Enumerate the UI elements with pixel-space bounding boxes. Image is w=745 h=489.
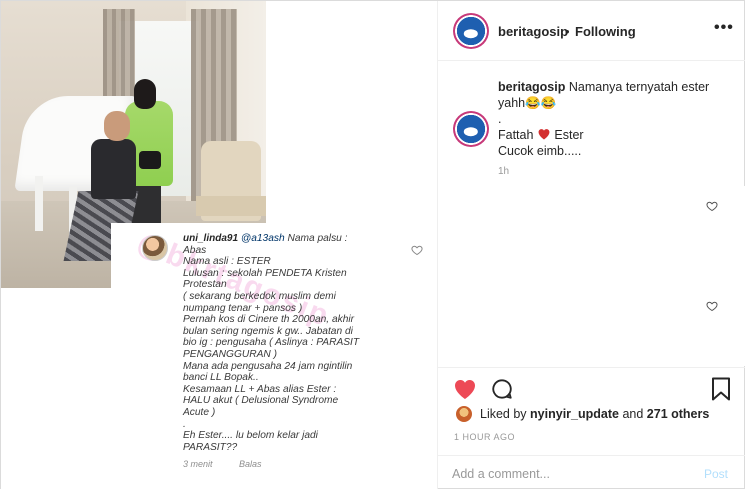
caption-line: Cucok eimb.....: [498, 144, 582, 158]
comment-first-line: Nama palsu :: [287, 233, 348, 244]
instagram-post: @bkrtagosip uni_linda91 @a13ash Nama pal…: [0, 0, 745, 489]
small-heart-icon[interactable]: [706, 300, 718, 312]
likes-and: and: [622, 407, 644, 421]
caption-line: beritagosip Namanya ternyatah ester: [498, 79, 738, 95]
comment-screenshot: @bkrtagosip uni_linda91 @a13ash Nama pal…: [111, 223, 437, 489]
add-comment-row: Post: [438, 455, 745, 489]
liker-avatar[interactable]: [456, 406, 472, 422]
likes-summary: Liked by nyinyir_update and 271 others: [480, 407, 709, 421]
following-button[interactable]: Following: [575, 24, 636, 39]
photo-person-head: [104, 111, 130, 141]
header-separator: •: [565, 24, 570, 39]
post-actions: Liked by nyinyir_update and 271 others 1…: [438, 367, 745, 489]
small-heart-icon[interactable]: [706, 200, 718, 212]
comment-input[interactable]: [452, 464, 682, 484]
post-sidebar: beritagosip • Following ••• beritagosip …: [438, 1, 745, 489]
more-icon[interactable]: •••: [714, 19, 734, 37]
comment-body: Abas Nama asli : ESTER Lulusan : sekolah…: [183, 244, 360, 453]
comment-reply-link: Balas: [239, 459, 262, 469]
post-header: beritagosip • Following •••: [438, 1, 745, 61]
small-heart-icon: [411, 245, 423, 256]
red-heart-emoji: [538, 129, 550, 140]
caption-avatar[interactable]: [453, 111, 489, 147]
commenter-avatar: [142, 235, 168, 261]
photo-chair-seat: [196, 196, 266, 216]
photo-person-head: [134, 79, 156, 109]
account-avatar[interactable]: [453, 13, 489, 49]
post-media[interactable]: @bkrtagosip uni_linda91 @a13ash Nama pal…: [1, 1, 438, 489]
commenter-username: uni_linda91: [183, 233, 239, 244]
photo-handbag: [139, 151, 161, 169]
caption-line: yahh😂😂: [498, 96, 557, 110]
caption-line: .: [498, 112, 502, 126]
comment-time: 3 menit: [183, 459, 213, 469]
post-comment-button[interactable]: Post: [704, 467, 728, 481]
caption-text: Namanya ternyatah ester: [568, 80, 710, 94]
liker-username[interactable]: nyinyir_update: [530, 407, 619, 421]
post-timestamp[interactable]: 1 HOUR AGO: [454, 432, 515, 442]
photo-piano-leg: [35, 176, 43, 231]
account-username[interactable]: beritagosip: [498, 24, 568, 39]
comment-icon[interactable]: [490, 378, 514, 400]
comment-mention: @a13ash: [240, 233, 285, 244]
likes-prefix: Liked by: [480, 407, 527, 421]
photo-person-man: [91, 139, 136, 199]
comments-area: [438, 186, 745, 366]
caption-text: Fattah: [498, 128, 534, 142]
comment-text-block: uni_linda91 @a13ash Nama palsu : Abas Na…: [183, 233, 393, 453]
bookmark-icon[interactable]: [711, 377, 731, 401]
heart-icon[interactable]: [453, 378, 477, 400]
post-caption: beritagosip Namanya ternyatah ester yahh…: [498, 79, 738, 159]
caption-username[interactable]: beritagosip: [498, 80, 565, 94]
caption-line: Fattah Ester: [498, 127, 738, 143]
caption-text: Ester: [554, 128, 584, 142]
caption-time: 1h: [498, 166, 510, 177]
likes-others-link[interactable]: 271 others: [647, 407, 710, 421]
